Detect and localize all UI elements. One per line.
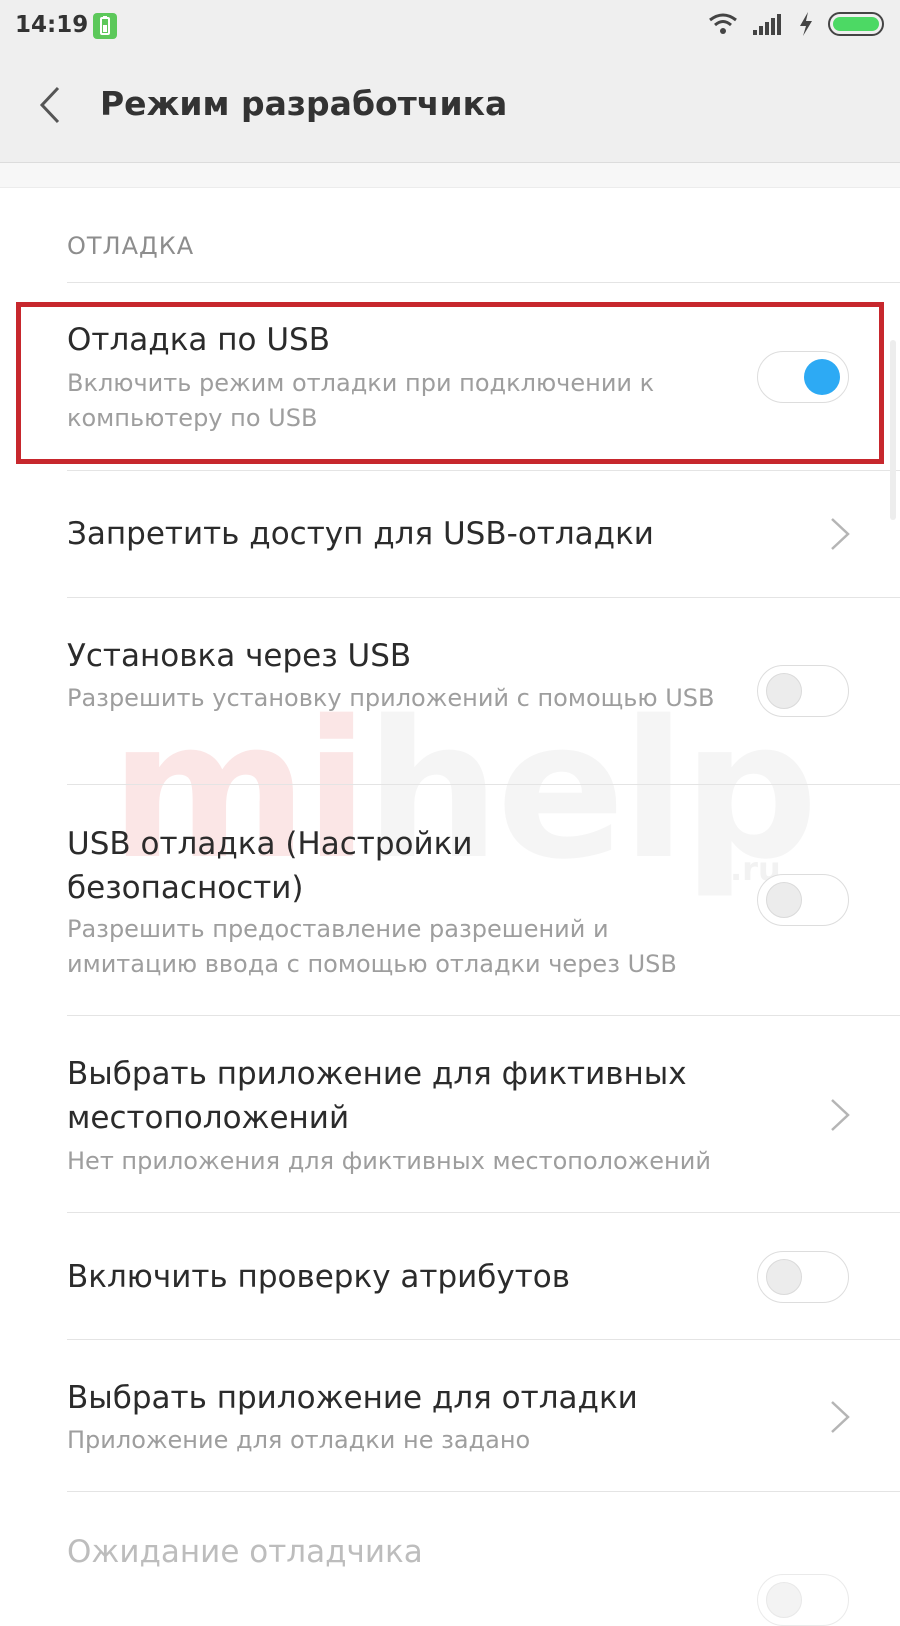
battery-icon bbox=[828, 11, 886, 41]
setting-subtitle: Разрешить установку приложений с помощью… bbox=[67, 684, 715, 712]
setting-debug-app[interactable]: Выбрать приложение для отладки Приложени… bbox=[0, 1340, 900, 1491]
wait-for-debugger-toggle bbox=[757, 1574, 849, 1626]
chevron-left-icon bbox=[39, 86, 60, 124]
highlight-frame bbox=[16, 302, 884, 464]
setting-title: USB отладка (Настройки безопасности) bbox=[67, 826, 473, 906]
setting-title: Выбрать приложение для отладки bbox=[67, 1380, 638, 1416]
wifi-icon bbox=[708, 12, 738, 40]
signal-icon bbox=[752, 12, 784, 40]
setting-title: Ожидание отладчика bbox=[67, 1534, 423, 1570]
setting-wait-for-debugger: Ожидание отладчика bbox=[0, 1492, 900, 1626]
battery-saver-icon bbox=[92, 12, 118, 40]
setting-title: Запретить доступ для USB-отладки bbox=[67, 516, 654, 552]
chevron-right-icon bbox=[831, 1401, 850, 1433]
chevron-right-icon bbox=[831, 1099, 850, 1131]
setting-install-via-usb[interactable]: Установка через USB Разрешить установку … bbox=[0, 598, 900, 784]
setting-title: Включить проверку атрибутов bbox=[67, 1259, 571, 1295]
divider bbox=[67, 282, 900, 283]
usb-debugging-security-toggle[interactable] bbox=[757, 874, 849, 926]
setting-subtitle: Разрешить предоставление разрешений и им… bbox=[67, 915, 677, 978]
setting-mock-location-app[interactable]: Выбрать приложение для фиктивных местопо… bbox=[0, 1016, 900, 1212]
back-button[interactable] bbox=[30, 80, 70, 130]
status-bar: 14:19 bbox=[0, 0, 900, 52]
scrollbar[interactable] bbox=[890, 340, 896, 520]
app-bar: Режим разработчика bbox=[0, 52, 900, 163]
setting-attribute-inspection[interactable]: Включить проверку атрибутов bbox=[0, 1213, 900, 1339]
attribute-inspection-toggle[interactable] bbox=[757, 1251, 849, 1303]
charging-icon bbox=[798, 11, 814, 41]
setting-subtitle: Приложение для отладки не задано bbox=[67, 1426, 531, 1454]
install-via-usb-toggle[interactable] bbox=[757, 665, 849, 717]
status-icons bbox=[708, 10, 886, 42]
setting-subtitle: Нет приложения для фиктивных местоположе… bbox=[67, 1147, 711, 1175]
section-header-debugging: ОТЛАДКА bbox=[67, 232, 195, 260]
status-time: 14:19 bbox=[15, 12, 89, 38]
setting-revoke-usb-debugging[interactable]: Запретить доступ для USB-отладки bbox=[0, 471, 900, 597]
chevron-right-icon bbox=[831, 518, 850, 550]
setting-title: Установка через USB bbox=[67, 638, 412, 674]
page-title: Режим разработчика bbox=[100, 84, 508, 123]
content-top-band bbox=[0, 163, 900, 188]
setting-title: Выбрать приложение для фиктивных местопо… bbox=[67, 1056, 687, 1136]
setting-usb-debugging-security[interactable]: USB отладка (Настройки безопасности) Раз… bbox=[0, 785, 900, 1015]
